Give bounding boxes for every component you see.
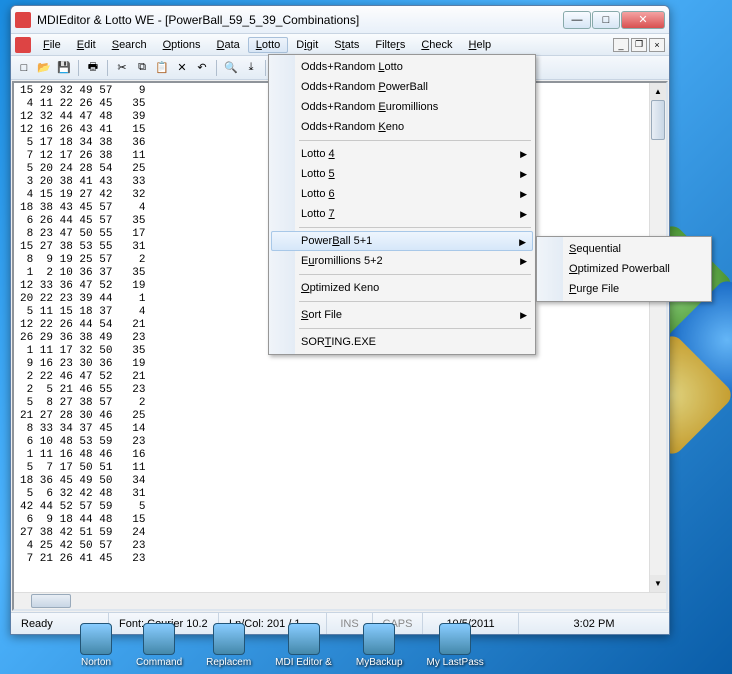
menu-stats[interactable]: Stats <box>326 37 367 53</box>
menu-check[interactable]: Check <box>413 37 460 53</box>
submenu-sequential[interactable]: Sequential <box>539 239 709 259</box>
taskbar-icon-command[interactable]: Command <box>136 623 182 668</box>
submenu-purge-file[interactable]: Purge File <box>539 279 709 299</box>
menubar-doc-icon <box>15 37 31 53</box>
desktop-icons-row: Norton Command Replacem MDI Editor & MyB… <box>80 623 484 668</box>
find-icon[interactable]: 🔍 <box>222 59 240 77</box>
mdi-restore-button[interactable]: ❐ <box>631 38 647 52</box>
close-button[interactable]: ✕ <box>621 11 665 29</box>
new-file-icon[interactable]: □ <box>15 59 33 77</box>
menu-odds-random-keno[interactable]: Odds+Random Keno <box>271 117 533 137</box>
menu-edit[interactable]: Edit <box>69 37 104 53</box>
menu-digit[interactable]: Digit <box>288 37 326 53</box>
titlebar[interactable]: MDIEditor & Lotto WE - [PowerBall_59_5_3… <box>11 6 669 34</box>
menu-odds-random-euromillions[interactable]: Odds+Random Euromillions <box>271 97 533 117</box>
scroll-thumb-h[interactable] <box>31 594 71 608</box>
save-icon[interactable]: 💾 <box>55 59 73 77</box>
scroll-up-arrow-icon[interactable]: ▲ <box>650 83 666 100</box>
horizontal-scrollbar[interactable] <box>14 592 666 609</box>
powerball-submenu: Sequential Optimized Powerball Purge Fil… <box>536 236 712 302</box>
copy-icon[interactable]: ⧉ <box>133 59 151 77</box>
lotto-dropdown: Odds+Random Lotto Odds+Random PowerBall … <box>268 54 536 355</box>
taskbar-icon-mybackup[interactable]: MyBackup <box>356 623 403 668</box>
print-icon[interactable]: 🖶 <box>84 59 102 77</box>
menu-help[interactable]: Help <box>461 37 500 53</box>
taskbar-icon-mdieditor[interactable]: MDI Editor & <box>275 623 332 668</box>
submenu-optimized-powerball[interactable]: Optimized Powerball <box>539 259 709 279</box>
mdi-minimize-button[interactable]: _ <box>613 38 629 52</box>
taskbar-icon-norton[interactable]: Norton <box>80 623 112 668</box>
vertical-scrollbar[interactable]: ▲ ▼ <box>649 83 666 592</box>
menu-filters[interactable]: Filters <box>367 37 413 53</box>
menu-sorting-exe[interactable]: SORTING.EXE <box>271 332 533 352</box>
menu-powerball-5-1[interactable]: PowerBall 5+1▶ <box>271 231 533 251</box>
menu-sort-file[interactable]: Sort File▶ <box>271 305 533 325</box>
menu-odds-random-lotto[interactable]: Odds+Random Lotto <box>271 57 533 77</box>
open-file-icon[interactable]: 📂 <box>35 59 53 77</box>
menu-euromillions-5-2[interactable]: Euromillions 5+2▶ <box>271 251 533 271</box>
status-time: 3:02 PM <box>519 613 669 634</box>
paste-icon[interactable]: 📋 <box>153 59 171 77</box>
taskbar-icon-replacem[interactable]: Replacem <box>206 623 251 668</box>
find-next-icon[interactable]: ⤓ <box>242 59 260 77</box>
scroll-thumb-v[interactable] <box>651 100 665 140</box>
delete-icon[interactable]: ✕ <box>173 59 191 77</box>
menu-optimized-keno[interactable]: Optimized Keno <box>271 278 533 298</box>
taskbar-icon-lastpass[interactable]: My LastPass <box>427 623 484 668</box>
window-title: MDIEditor & Lotto WE - [PowerBall_59_5_3… <box>37 13 563 27</box>
menu-odds-random-powerball[interactable]: Odds+Random PowerBall <box>271 77 533 97</box>
menu-lotto-5[interactable]: Lotto 5▶ <box>271 164 533 184</box>
menu-search[interactable]: Search <box>104 37 155 53</box>
menu-lotto[interactable]: Lotto <box>248 37 288 53</box>
menu-lotto-7[interactable]: Lotto 7▶ <box>271 204 533 224</box>
cut-icon[interactable]: ✂ <box>113 59 131 77</box>
scroll-down-arrow-icon[interactable]: ▼ <box>650 575 666 592</box>
mdi-close-button[interactable]: × <box>649 38 665 52</box>
menu-data[interactable]: Data <box>209 37 248 53</box>
undo-icon[interactable]: ↶ <box>193 59 211 77</box>
menu-file[interactable]: File <box>35 37 69 53</box>
minimize-button[interactable]: — <box>563 11 591 29</box>
menu-lotto-6[interactable]: Lotto 6▶ <box>271 184 533 204</box>
menubar: File Edit Search Options Data Lotto Digi… <box>11 34 669 56</box>
maximize-button[interactable]: □ <box>592 11 620 29</box>
app-icon <box>15 12 31 28</box>
menu-lotto-4[interactable]: Lotto 4▶ <box>271 144 533 164</box>
menu-options[interactable]: Options <box>155 37 209 53</box>
